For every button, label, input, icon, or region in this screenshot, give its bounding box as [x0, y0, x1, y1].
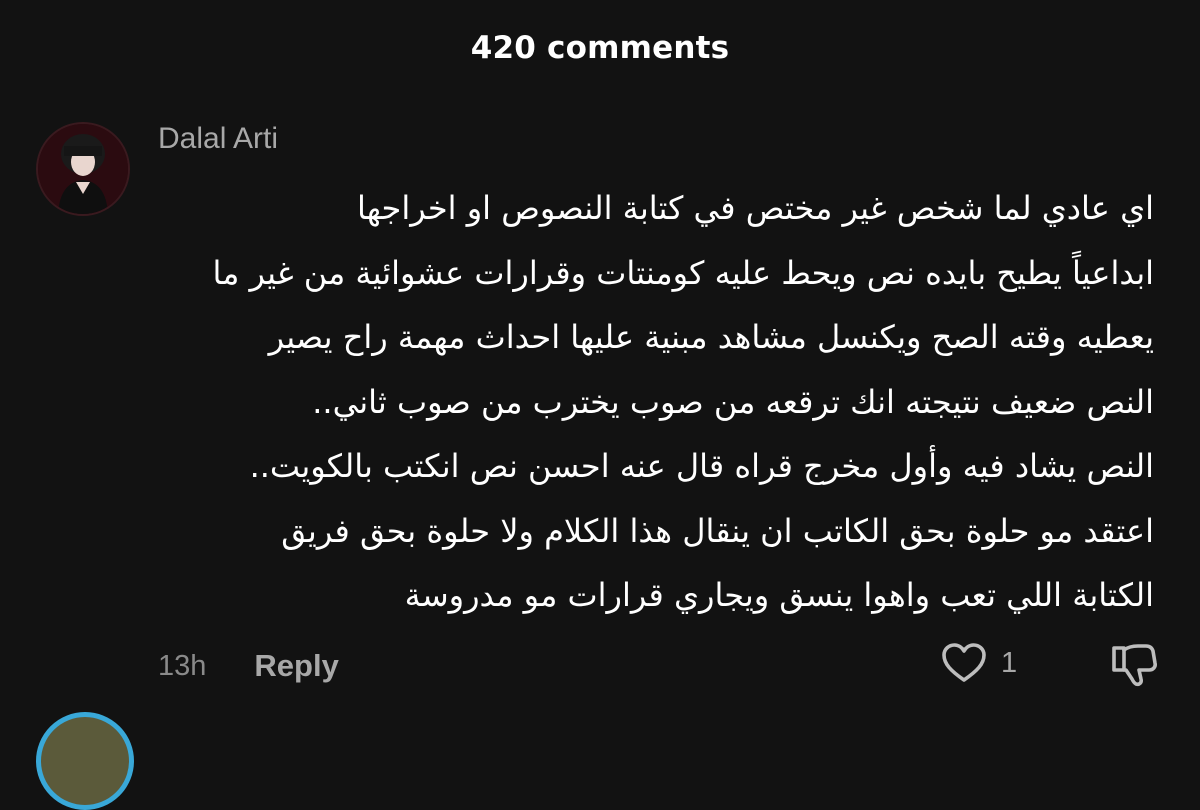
avatar-image — [38, 124, 128, 214]
comment-text-line: الكتابة اللي تعب واهوا ينسق ويجاري قرارا… — [404, 576, 1154, 614]
comment-username[interactable]: Dalal Arti — [158, 122, 278, 156]
comment-text-line: ابداعياً يطيح بايده نص ويحط عليه كومنتات… — [212, 253, 1154, 292]
next-comment-avatar[interactable] — [36, 712, 134, 810]
comment-meta: 13h Reply — [158, 646, 339, 686]
comment-text-line: اعتقد مو حلوة بحق الكاتب ان ينقال هذا ال… — [281, 511, 1154, 550]
avatar[interactable] — [36, 122, 130, 216]
like-button[interactable]: 1 — [941, 642, 1017, 684]
comment-text-line: النص ضعيف نتيجته انك ترقعه من صوب يخترب … — [312, 382, 1154, 421]
thumbs-down-icon — [1112, 644, 1157, 687]
like-count: 1 — [1001, 646, 1018, 679]
comment-text-line: اي عادي لما شخص غير مختص في كتابة النصوص… — [357, 189, 1154, 227]
reply-button[interactable]: Reply — [254, 648, 338, 684]
heart-icon — [942, 643, 986, 682]
dislike-button[interactable] — [1110, 642, 1158, 692]
comment-text-line: يعطيه وقته الصح ويكنسل مشاهد مبنية عليها… — [268, 318, 1154, 356]
comments-count-title: 420 comments — [470, 30, 730, 66]
comment-text-line: النص يشاد فيه وأول مخرج قراه قال عنه احس… — [249, 447, 1154, 485]
comment-item: Dalal Arti اي عادي لما شخص غير مختص في ك… — [34, 112, 1174, 702]
comment-text: اي عادي لما شخص غير مختص في كتابة النصوص… — [154, 176, 1154, 628]
comment-timestamp: 13h — [158, 649, 207, 682]
